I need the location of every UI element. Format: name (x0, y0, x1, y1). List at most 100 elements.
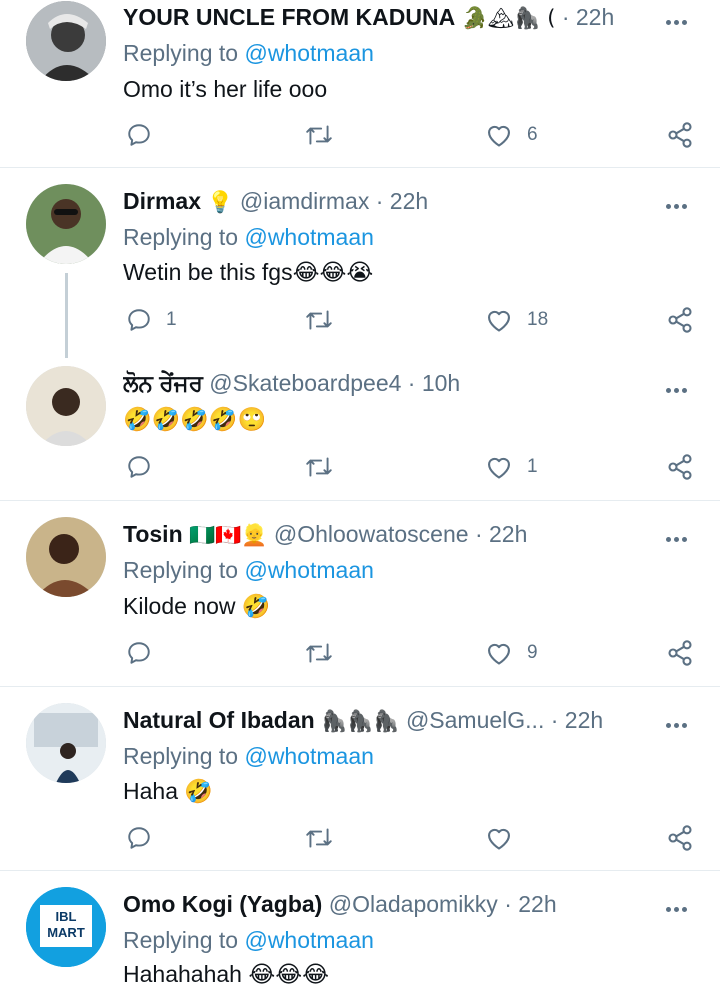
mention-link[interactable]: @whotmaan (244, 40, 373, 66)
name-badges: 🇳🇬🇨🇦👱 (189, 523, 268, 547)
avatar[interactable]: IBL MART (26, 887, 106, 967)
replying-to: Replying to @whotmaan (123, 557, 374, 584)
tweet-header: ਲੋਨ ਰੇਂਜਰ @Skateboardpee4 · 10h (123, 370, 650, 397)
handle[interactable]: @Skateboardpee4 (209, 370, 401, 396)
tweet[interactable]: ਲੋਨ ਰੇਂਜਰ @Skateboardpee4 · 10h 🤣🤣🤣🤣🙄 1 (0, 350, 720, 500)
more-options-icon[interactable] (666, 196, 692, 209)
timestamp[interactable]: · 22h (551, 707, 603, 733)
name-badges: 💡 (207, 190, 234, 214)
tweet-text: Haha 🤣 (123, 778, 214, 804)
like-button[interactable]: 1 (485, 452, 538, 482)
avatar[interactable] (26, 1, 106, 81)
avatar[interactable] (26, 517, 106, 597)
heart-icon (488, 643, 510, 665)
heart-icon (488, 310, 510, 332)
share-icon (668, 825, 692, 851)
tweet[interactable]: IBL MART Omo Kogi (Yagba) @Oladapomikky … (0, 871, 720, 990)
avatar[interactable] (26, 366, 106, 446)
mention-link[interactable]: @whotmaan (244, 927, 373, 953)
reply-icon (128, 827, 150, 849)
share-icon (668, 640, 692, 666)
timestamp[interactable]: · 22h (475, 521, 527, 547)
retweet-button[interactable] (304, 452, 348, 482)
handle[interactable]: @SamuelG... (406, 707, 544, 733)
handle[interactable]: @Ohloowatoscene (274, 521, 469, 547)
tweet[interactable]: Natural Of Ibadan 🦍🦍🦍 @SamuelG... · 22h … (0, 687, 720, 870)
person-avatar-icon (26, 184, 106, 264)
display-name[interactable]: Tosin (123, 521, 183, 547)
retweet-button[interactable] (304, 120, 348, 150)
timestamp[interactable]: · 10h (408, 370, 460, 396)
tweet[interactable]: YOUR UNCLE FROM KADUNA 🐊🏔🦍 ( · 22h Reply… (0, 0, 720, 168)
mention-link[interactable]: @whotmaan (244, 557, 373, 583)
tweet-text: 🤣🤣🤣🤣🙄 (123, 407, 267, 433)
avatar[interactable] (26, 703, 106, 783)
share-button[interactable] (666, 452, 694, 482)
tweet[interactable]: Dirmax 💡 @iamdirmax · 22h Replying to @w… (0, 168, 720, 358)
timestamp[interactable]: · 22h (376, 188, 428, 214)
share-button[interactable] (666, 638, 694, 668)
more-options-icon[interactable] (666, 12, 692, 25)
timestamp[interactable]: · 22h (562, 4, 614, 30)
display-name[interactable]: YOUR UNCLE FROM KADUNA (123, 4, 455, 30)
more-options-icon[interactable] (666, 899, 692, 912)
tweet-actions: 1 (0, 452, 720, 486)
like-button[interactable]: 9 (485, 638, 538, 668)
reply-button[interactable] (126, 120, 166, 150)
replying-to: Replying to @whotmaan (123, 40, 374, 67)
tweet[interactable]: Tosin 🇳🇬🇨🇦👱 @Ohloowatoscene · 22h Replyi… (0, 501, 720, 686)
handle[interactable]: @Oladapomikky (329, 891, 498, 917)
retweet-button[interactable] (304, 638, 348, 668)
share-button[interactable] (666, 823, 694, 853)
reply-button[interactable] (126, 452, 166, 482)
mention-link[interactable]: @whotmaan (244, 224, 373, 250)
handle[interactable]: @iamdirmax (240, 188, 369, 214)
heart-icon (488, 457, 510, 479)
tweet-actions: 9 (0, 638, 720, 672)
tweet-header: YOUR UNCLE FROM KADUNA 🐊🏔🦍 ( · 22h (123, 4, 650, 31)
name-badges: 🐊🏔🦍 ( (461, 6, 556, 30)
retweet-button[interactable] (304, 305, 348, 335)
heart-icon (488, 125, 510, 147)
more-options-icon[interactable] (666, 529, 692, 542)
display-name[interactable]: Dirmax (123, 188, 201, 214)
more-options-icon[interactable] (666, 380, 692, 393)
avatar[interactable] (26, 184, 106, 264)
replying-label: Replying to (123, 224, 239, 250)
like-count: 18 (527, 309, 549, 330)
retweet-icon (306, 457, 332, 477)
retweet-icon (306, 125, 332, 145)
like-count: 6 (527, 124, 538, 145)
timestamp[interactable]: · 22h (504, 891, 556, 917)
replying-label: Replying to (123, 927, 239, 953)
more-options-icon[interactable] (666, 715, 692, 728)
mention-link[interactable]: @whotmaan (244, 743, 373, 769)
heart-icon (488, 828, 510, 850)
retweet-icon (306, 828, 332, 848)
tweet-header: Tosin 🇳🇬🇨🇦👱 @Ohloowatoscene · 22h (123, 521, 650, 548)
share-button[interactable] (666, 305, 694, 335)
like-button[interactable] (485, 823, 527, 853)
like-button[interactable]: 18 (485, 305, 548, 335)
retweet-icon (306, 310, 332, 330)
display-name[interactable]: Omo Kogi (Yagba) (123, 891, 322, 917)
name-badges: 🦍🦍🦍 (321, 709, 400, 733)
person-avatar-icon (26, 517, 106, 597)
display-name[interactable]: Natural Of Ibadan (123, 707, 315, 733)
share-button[interactable] (666, 120, 694, 150)
display-name[interactable]: ਲੋਨ ਰੇਂਜਰ (123, 370, 203, 396)
reply-button[interactable] (126, 823, 166, 853)
tweet-header: Omo Kogi (Yagba) @Oladapomikky · 22h (123, 891, 650, 918)
share-icon (668, 454, 692, 480)
retweet-icon (306, 643, 332, 663)
like-button[interactable]: 6 (485, 120, 538, 150)
like-count: 9 (527, 642, 538, 663)
person-avatar-icon (26, 366, 106, 446)
tweet-text: Hahahahah 😂😂😂 (123, 961, 329, 987)
reply-button[interactable] (126, 638, 166, 668)
reply-button[interactable]: 1 (126, 305, 177, 335)
tweet-actions: 6 (0, 120, 720, 154)
reply-icon (128, 642, 150, 664)
person-avatar-icon (26, 703, 106, 783)
retweet-button[interactable] (304, 823, 348, 853)
